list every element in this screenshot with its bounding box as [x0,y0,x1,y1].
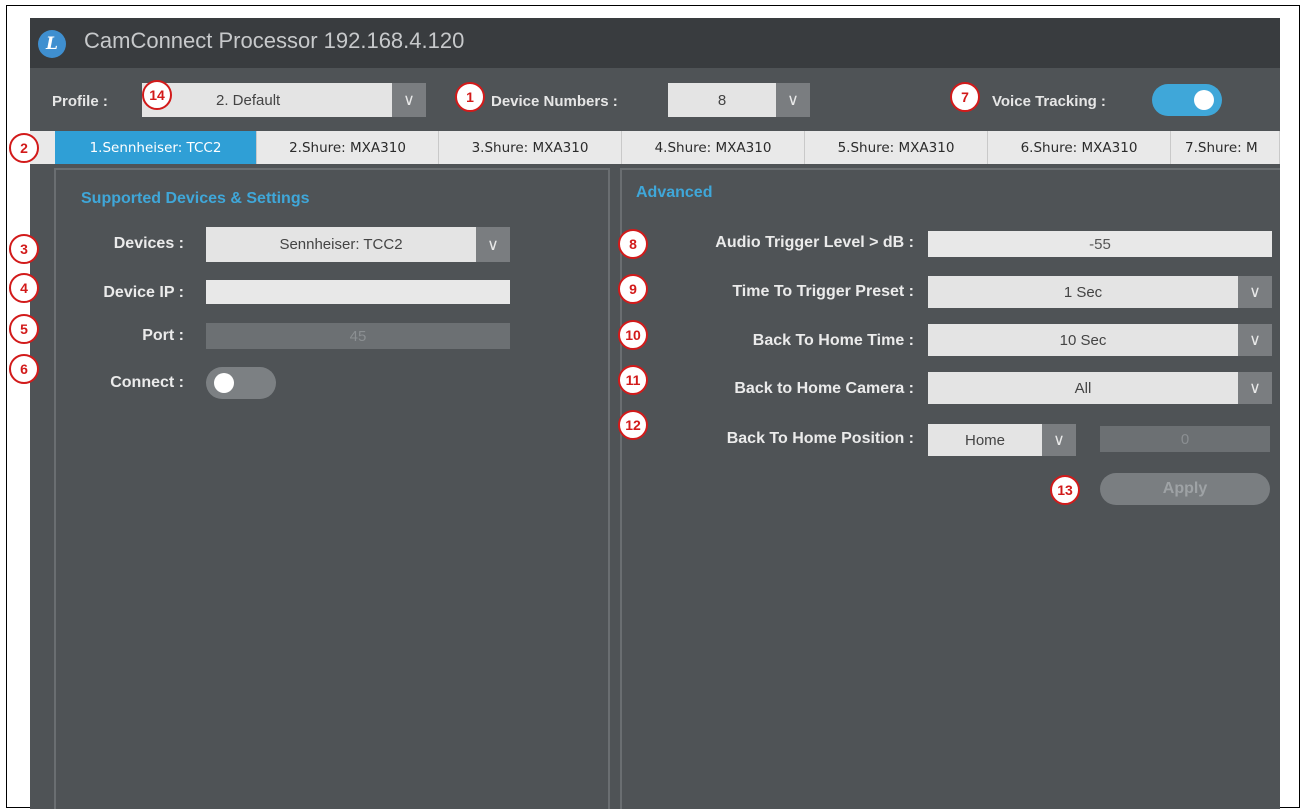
chevron-down-icon[interactable]: ∨ [1042,424,1076,456]
chevron-down-icon[interactable]: ∨ [776,83,810,117]
callout-1: 1 [455,82,485,112]
callout-10: 10 [618,320,648,350]
chevron-down-icon[interactable]: ∨ [476,227,510,262]
audio-trigger-label: Audio Trigger Level > dB : [715,234,914,251]
tab-device-3[interactable]: 3.Shure: MXA310 [439,131,622,164]
voice-tracking-toggle[interactable] [1152,84,1222,116]
callout-7: 7 [950,82,980,112]
profile-select[interactable]: 2. Default ∨ [142,83,426,117]
chevron-down-icon[interactable]: ∨ [1238,276,1272,308]
device-numbers-value: 8 [717,91,727,109]
chevron-down-icon[interactable]: ∨ [392,83,426,117]
back-home-time-select[interactable]: 10 Sec ∨ [928,324,1272,356]
window-title: CamConnect Processor 192.168.4.120 [84,28,465,53]
device-ip-label: Device IP : [103,284,184,301]
tab-device-2[interactable]: 2.Shure: MXA310 [257,131,439,164]
panel-title: Advanced [636,184,713,201]
tab-device-4[interactable]: 4.Shure: MXA310 [622,131,805,164]
panel-title: Supported Devices & Settings [81,190,310,207]
back-home-camera-value: All [1074,379,1092,397]
apply-button[interactable]: Apply [1100,473,1270,505]
title-bar: L CamConnect Processor 192.168.4.120 [30,18,1280,68]
port-input[interactable]: 45 [206,323,510,349]
callout-3: 3 [9,234,39,264]
profile-value: 2. Default [216,91,281,109]
advanced-panel: Advanced Audio Trigger Level > dB : -55 … [620,168,1280,809]
tab-device-5[interactable]: 5.Shure: MXA310 [805,131,988,164]
callout-14: 14 [142,80,172,110]
back-home-time-value: 10 Sec [1059,331,1107,349]
back-home-position-number[interactable]: 0 [1100,426,1270,452]
callout-9: 9 [618,274,648,304]
toggle-knob [214,373,234,393]
time-to-trigger-value: 1 Sec [1063,283,1103,301]
back-home-position-label: Back To Home Position : [726,430,914,447]
audio-trigger-input[interactable]: -55 [928,231,1272,257]
port-label: Port : [142,327,184,344]
supported-devices-panel: Supported Devices & Settings Devices : S… [54,168,610,809]
back-home-camera-select[interactable]: All ∨ [928,372,1272,404]
device-numbers-select[interactable]: 8 ∨ [668,83,810,117]
toggle-knob [1194,90,1214,110]
back-home-position-select[interactable]: Home ∨ [928,424,1076,456]
tab-device-6[interactable]: 6.Shure: MXA310 [988,131,1171,164]
chevron-down-icon[interactable]: ∨ [1238,324,1272,356]
callout-8: 8 [618,229,648,259]
callout-11: 11 [618,365,648,395]
tab-device-1[interactable]: 1.Sennheiser: TCC2 [55,131,257,164]
time-to-trigger-label: Time To Trigger Preset : [732,283,914,300]
chevron-down-icon[interactable]: ∨ [1238,372,1272,404]
callout-4: 4 [9,273,39,303]
devices-value: Sennheiser: TCC2 [279,236,403,253]
back-home-position-value: Home [964,431,1005,449]
profile-label: Profile : [52,93,108,110]
app-logo: L [38,30,66,58]
time-to-trigger-select[interactable]: 1 Sec ∨ [928,276,1272,308]
back-home-camera-label: Back to Home Camera : [734,380,914,397]
voice-tracking-label: Voice Tracking : [992,93,1106,110]
tab-device-7[interactable]: 7.Shure: M [1171,131,1280,164]
callout-5: 5 [9,314,39,344]
callout-13: 13 [1050,475,1080,505]
callout-2: 2 [9,133,39,163]
connect-label: Connect : [110,374,184,391]
device-numbers-label: Device Numbers : [491,93,618,110]
app-window: L CamConnect Processor 192.168.4.120 Pro… [30,18,1280,809]
device-ip-input[interactable] [206,280,510,304]
device-tabs: 1.Sennheiser: TCC2 2.Shure: MXA310 3.Shu… [30,131,1280,164]
back-home-time-label: Back To Home Time : [752,332,914,349]
devices-select[interactable]: Sennheiser: TCC2 ∨ [206,227,510,262]
callout-12: 12 [618,410,648,440]
connect-toggle[interactable] [206,367,276,399]
callout-6: 6 [9,354,39,384]
devices-label: Devices : [113,235,184,252]
